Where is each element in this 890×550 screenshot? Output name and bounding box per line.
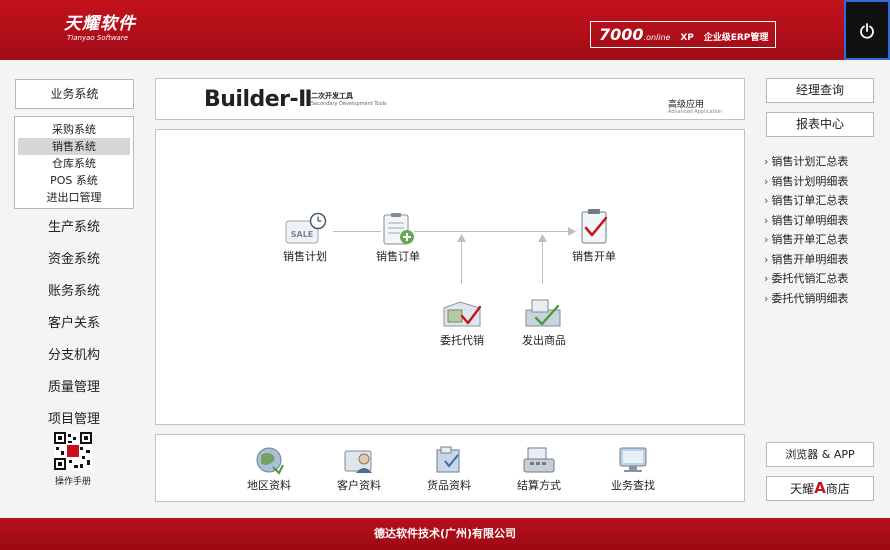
product-edition-box: 7000.online XP 企业级ERP管理 xyxy=(590,21,776,48)
nav-accounting[interactable]: 账务系统 xyxy=(14,283,134,301)
flow-shipment[interactable]: 发出商品 xyxy=(504,296,584,348)
business-submenu: 采购系统 销售系统 仓库系统 POS 系统 进出口管理 xyxy=(14,116,134,209)
builder-subtitle: 二次开发工具 xyxy=(311,92,353,100)
submenu-warehouse[interactable]: 仓库系统 xyxy=(18,155,130,172)
goods-icon xyxy=(436,446,460,473)
flow-arrowhead xyxy=(538,234,547,242)
builder-subtitle-english: Secondary Development Tools xyxy=(311,101,387,107)
cash-register-icon xyxy=(523,447,555,473)
report-item-plan-detail[interactable]: 销售计划明细表 xyxy=(764,172,882,192)
basic-region-label: 地区资料 xyxy=(247,479,291,492)
sales-flow-panel: SALE 销售计划 销售订单 销售开单 委托代销 发出商品 xyxy=(155,129,745,425)
basic-business-query-label: 业务查找 xyxy=(611,479,655,492)
nav-quality[interactable]: 质量管理 xyxy=(14,379,134,397)
report-item-plan-summary[interactable]: 销售计划汇总表 xyxy=(764,152,882,172)
basic-data-panel: 地区资料 客户资料 货品资料 结算方式 业务查找 xyxy=(155,434,745,502)
shipment-icon xyxy=(525,299,561,327)
nav-branches[interactable]: 分支机构 xyxy=(14,347,134,365)
report-item-order-summary[interactable]: 销售订单汇总表 xyxy=(764,191,882,211)
manager-query-button[interactable]: 经理查询 xyxy=(766,78,874,103)
manual-label[interactable]: 操作手册 xyxy=(40,474,106,487)
footer-bar: 德达软件技术(广州)有限公司 xyxy=(0,518,890,550)
report-item-order-detail[interactable]: 销售订单明细表 xyxy=(764,211,882,231)
sales-invoice-icon xyxy=(581,209,608,244)
advanced-app-english: Advanced Application xyxy=(668,109,723,115)
submenu-sales[interactable]: 销售系统 xyxy=(18,138,130,155)
flow-consignment[interactable]: 委托代销 xyxy=(422,296,502,348)
flow-sales-invoice[interactable]: 销售开单 xyxy=(554,208,634,264)
builder-banner: Builder-Ⅱ 二次开发工具 Secondary Development T… xyxy=(155,78,745,120)
sale-icon-text: SALE xyxy=(291,230,314,239)
flow-sales-plan[interactable]: SALE 销售计划 xyxy=(265,212,345,264)
store-prefix: 天耀 xyxy=(790,482,815,496)
flow-connector xyxy=(461,240,462,284)
submenu-import-export[interactable]: 进出口管理 xyxy=(18,189,130,206)
product-edition: 企业级ERP管理 xyxy=(703,33,769,43)
manual-qr-code[interactable] xyxy=(54,432,92,470)
flow-connector xyxy=(542,240,543,284)
basic-goods[interactable]: 货品资料 xyxy=(409,445,489,493)
report-center-button[interactable]: 报表中心 xyxy=(766,112,874,137)
nav-funds[interactable]: 资金系统 xyxy=(14,251,134,269)
submenu-purchase[interactable]: 采购系统 xyxy=(18,121,130,138)
basic-customer-label: 客户资料 xyxy=(337,479,381,492)
business-system-button[interactable]: 业务系统 xyxy=(15,79,134,109)
app-logo: 天耀软件 Tianyao Software xyxy=(64,14,136,43)
product-suffix: .online xyxy=(643,33,671,42)
app-store-button[interactable]: 天耀A商店 xyxy=(766,476,874,501)
report-item-consignment-summary[interactable]: 委托代销汇总表 xyxy=(764,269,882,289)
basic-region[interactable]: 地区资料 xyxy=(229,445,309,493)
flow-sales-invoice-label: 销售开单 xyxy=(572,250,616,263)
report-item-invoice-detail[interactable]: 销售开单明细表 xyxy=(764,250,882,270)
flow-arrowhead xyxy=(457,234,466,242)
globe-icon xyxy=(256,447,284,475)
builder-title: Builder-Ⅱ xyxy=(204,87,313,112)
sales-order-icon xyxy=(383,213,414,245)
report-item-consignment-detail[interactable]: 委托代销明细表 xyxy=(764,289,882,309)
logo-english: Tianyao Software xyxy=(67,34,129,42)
flow-shipment-label: 发出商品 xyxy=(522,334,566,347)
power-icon xyxy=(860,23,874,39)
report-item-invoice-summary[interactable]: 销售开单汇总表 xyxy=(764,230,882,250)
product-xp: XP xyxy=(680,33,694,43)
basic-settlement[interactable]: 结算方式 xyxy=(499,445,579,493)
monitor-icon xyxy=(619,447,647,472)
logo-name: 天耀软件 xyxy=(64,14,136,34)
basic-business-query[interactable]: 业务查找 xyxy=(593,445,673,493)
basic-settlement-label: 结算方式 xyxy=(517,479,561,492)
store-a-mark: A xyxy=(814,479,826,497)
basic-goods-label: 货品资料 xyxy=(427,479,471,492)
consignment-icon xyxy=(443,301,482,327)
customer-icon xyxy=(344,450,372,473)
nav-customer-relations[interactable]: 客户关系 xyxy=(14,315,134,333)
power-button[interactable] xyxy=(844,0,890,60)
basic-customer[interactable]: 客户资料 xyxy=(319,445,399,493)
top-header: 天耀软件 Tianyao Software 7000.online XP 企业级… xyxy=(0,0,890,60)
submenu-pos[interactable]: POS 系统 xyxy=(18,172,130,189)
nav-production[interactable]: 生产系统 xyxy=(14,219,134,237)
report-list: 销售计划汇总表 销售计划明细表 销售订单汇总表 销售订单明细表 销售开单汇总表 … xyxy=(764,152,882,308)
store-suffix: 商店 xyxy=(825,482,850,496)
browser-app-button[interactable]: 浏览器 & APP xyxy=(766,442,874,467)
flow-sales-plan-label: 销售计划 xyxy=(283,250,327,263)
product-number: 7000 xyxy=(599,25,644,44)
sales-plan-icon: SALE xyxy=(285,212,327,244)
flow-sales-order[interactable]: 销售订单 xyxy=(358,212,438,264)
flow-connector xyxy=(414,231,574,232)
nav-projects[interactable]: 项目管理 xyxy=(14,411,134,429)
flow-consignment-label: 委托代销 xyxy=(440,334,484,347)
footer-company: 德达软件技术(广州)有限公司 xyxy=(373,527,517,540)
flow-sales-order-label: 销售订单 xyxy=(376,250,420,263)
